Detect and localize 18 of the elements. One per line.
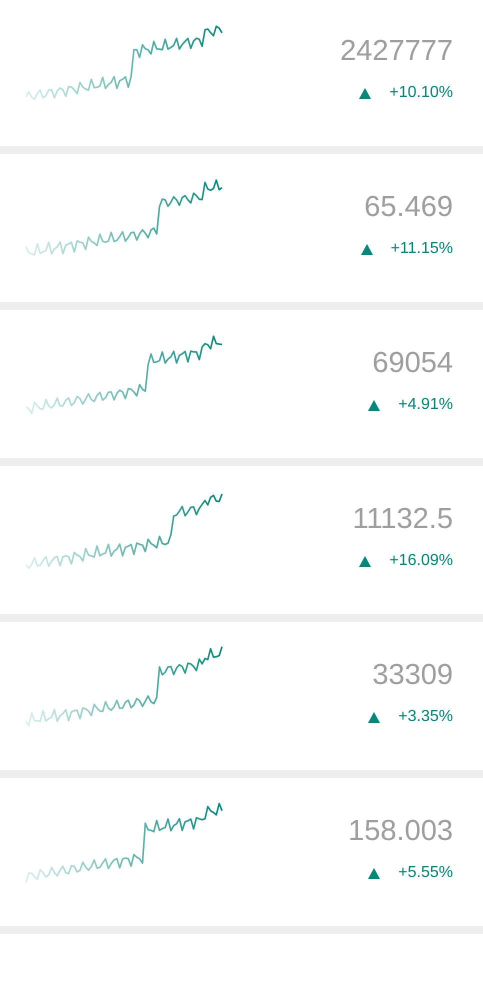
price-value: 158.003 (348, 814, 453, 848)
price-value: 33309 (372, 658, 453, 692)
percent-change: +10.10% (389, 83, 453, 103)
price-value: 65.469 (364, 190, 453, 224)
price-value: 2427777 (340, 34, 453, 68)
percent-change: +16.09% (389, 551, 453, 571)
up-triangle-icon (368, 400, 380, 410)
percent-change: +4.91% (398, 395, 453, 415)
up-triangle-icon (368, 868, 380, 878)
percent-change: +3.35% (398, 707, 453, 727)
up-triangle-icon (368, 712, 380, 722)
up-triangle-icon (359, 556, 372, 566)
up-triangle-icon (359, 88, 372, 98)
up-triangle-icon (360, 244, 373, 254)
price-value: 11132.5 (352, 502, 453, 536)
percent-change: +11.15% (390, 239, 453, 259)
percent-change: +5.55% (398, 863, 453, 883)
price-value: 69054 (372, 346, 453, 380)
